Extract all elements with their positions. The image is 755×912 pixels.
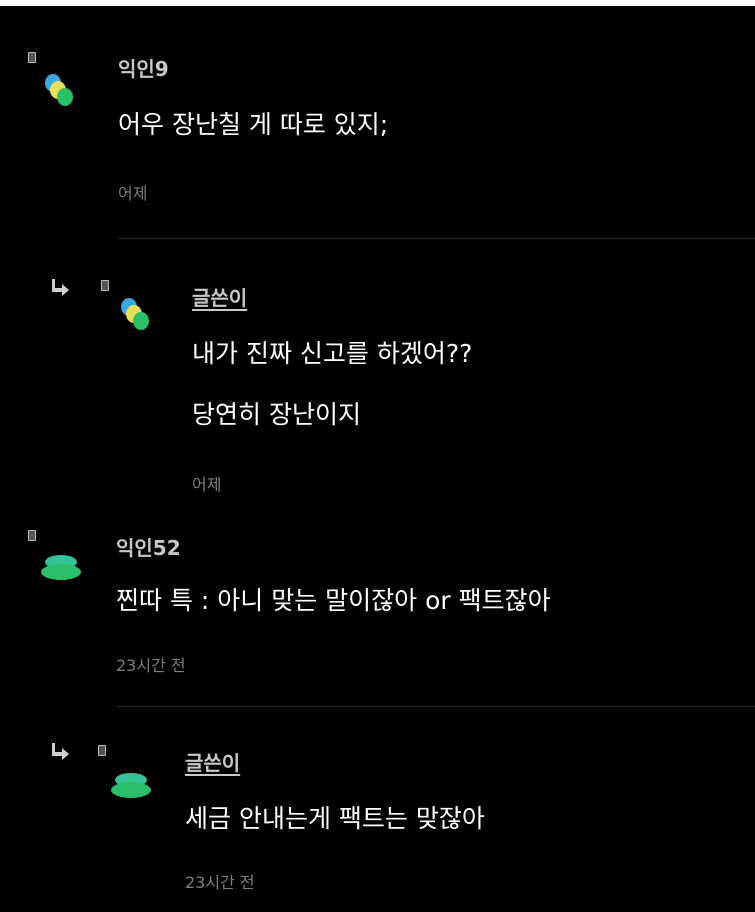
badge-icon (98, 745, 106, 756)
comment-time: 23시간 전 (185, 873, 255, 892)
badge-icon (28, 530, 36, 541)
author-nickname[interactable]: 글쓴이 (185, 747, 240, 776)
reply-arrow-icon (52, 743, 69, 760)
comment-time: 어제 (192, 475, 222, 494)
comment-text: 당연히 장난이지 (192, 400, 361, 429)
comment-text: 찐따 특 : 아니 맞는 말이잖아 or 팩트잖아 (116, 586, 551, 615)
badge-icon (28, 52, 36, 63)
reply-arrow-icon (52, 279, 69, 296)
comment-text: 내가 진짜 신고를 하겠어?? (192, 339, 473, 368)
disc-avatar-icon (41, 555, 81, 580)
comment-text: 어우 장난칠 게 따로 있지; (118, 110, 389, 139)
badge-icon (101, 280, 109, 291)
blob-avatar-icon (45, 74, 73, 106)
author-nickname[interactable]: 글쓴이 (192, 282, 247, 311)
nickname[interactable]: 익인52 (116, 532, 181, 561)
comment-time: 23시간 전 (116, 656, 186, 675)
divider (118, 238, 755, 239)
nickname[interactable]: 익인9 (118, 53, 169, 82)
divider (116, 706, 755, 707)
top-strip (0, 0, 755, 6)
blob-avatar-icon (121, 298, 149, 330)
comment-text: 세금 안내는게 팩트는 맞잖아 (185, 804, 485, 833)
comment-time: 어제 (118, 184, 148, 203)
disc-avatar-icon (111, 773, 151, 798)
